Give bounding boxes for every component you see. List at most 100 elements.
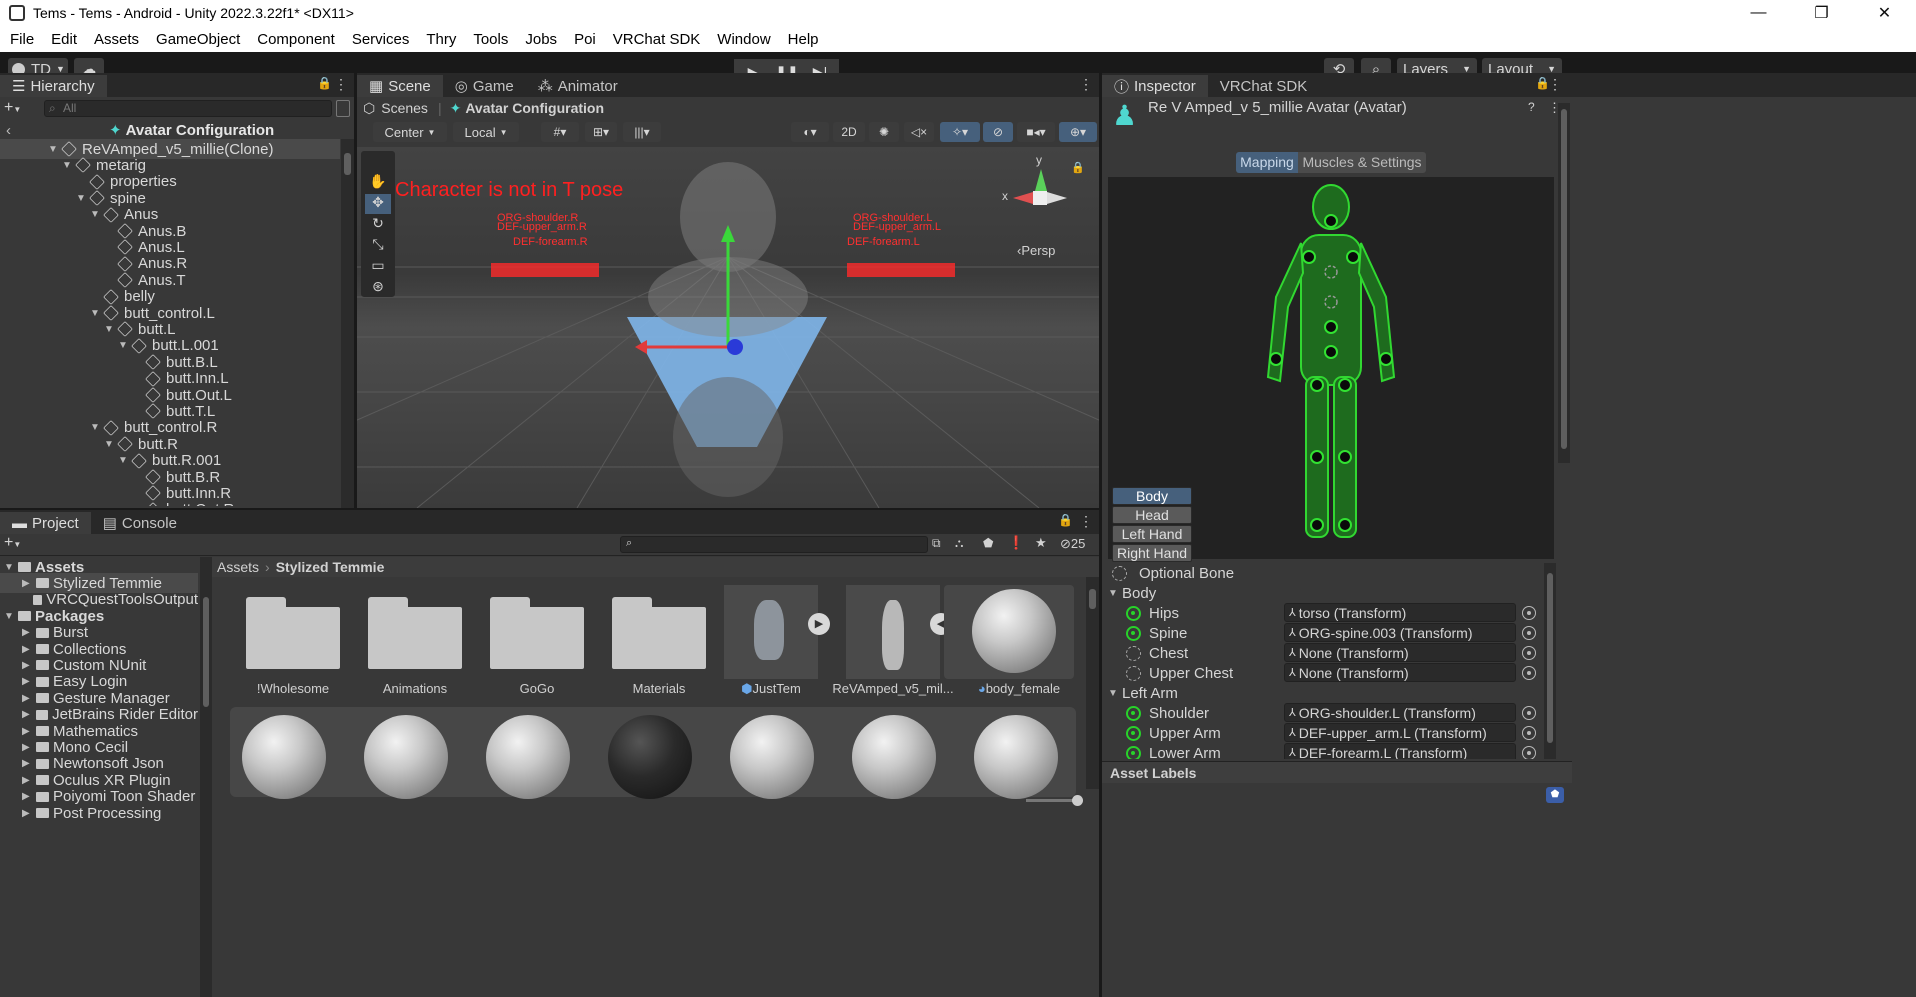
- breadcrumb-avatar-configuration[interactable]: Avatar Configuration: [465, 100, 604, 116]
- folder-wholesome-icon[interactable]: [246, 597, 340, 675]
- object-picker-icon[interactable]: [1522, 606, 1536, 620]
- gizmos-dropdown[interactable]: ⊕▾: [1059, 122, 1097, 142]
- shoulder-field[interactable]: ⅄ ORG-shoulder.L (Transform): [1284, 703, 1516, 722]
- section-body[interactable]: ▼ Body: [1108, 583, 1156, 603]
- material-sphere[interactable]: [242, 715, 326, 799]
- upper-chest-field[interactable]: ⅄ None (Transform): [1284, 663, 1516, 682]
- hierarchy-row[interactable]: ▼ ReVAmped_v5_millie(Clone): [0, 139, 340, 159]
- hierarchy-search-input[interactable]: ⌕ All: [44, 100, 332, 117]
- filter-icon[interactable]: [336, 100, 350, 117]
- menu-component[interactable]: Component: [257, 31, 335, 48]
- expand-arrow-icon[interactable]: ▶: [22, 709, 34, 720]
- material-sphere[interactable]: [852, 715, 936, 799]
- rect-tool-icon[interactable]: ▭: [365, 257, 391, 277]
- 2d-toggle[interactable]: 2D: [833, 122, 865, 142]
- folder-animations-icon[interactable]: [368, 597, 462, 675]
- object-picker-icon[interactable]: [1522, 746, 1536, 759]
- star-icon[interactable]: ★: [1035, 535, 1047, 551]
- expand-arrow-icon[interactable]: ▼: [104, 324, 116, 335]
- folder-gogo-icon[interactable]: [490, 597, 584, 675]
- menu-file[interactable]: File: [10, 31, 34, 48]
- expand-arrow-icon[interactable]: ▶: [22, 808, 34, 819]
- expand-arrow-icon[interactable]: ▶: [22, 660, 34, 671]
- expand-arrow-icon[interactable]: ▼: [4, 611, 16, 622]
- breadcrumb-assets[interactable]: Assets: [217, 559, 259, 575]
- help-icon[interactable]: ?: [1528, 100, 1535, 114]
- tab-hierarchy[interactable]: ☰ Hierarchy: [0, 75, 107, 97]
- back-arrow-icon[interactable]: ‹: [6, 122, 11, 139]
- move-tool-icon[interactable]: ✥: [365, 194, 391, 214]
- menu-assets[interactable]: Assets: [94, 31, 139, 48]
- hidden-packages-toggle[interactable]: ⊘25: [1060, 536, 1085, 552]
- expand-arrow-icon[interactable]: ▼: [90, 209, 102, 220]
- camera-dropdown[interactable]: ■◂▾: [1017, 122, 1055, 142]
- more-options-icon[interactable]: ⋮: [334, 76, 348, 93]
- tab-game[interactable]: ◎ Game: [443, 75, 526, 97]
- tab-mapping[interactable]: Mapping: [1236, 152, 1298, 173]
- object-picker-icon[interactable]: [1522, 646, 1536, 660]
- expand-arrow-icon[interactable]: ▼: [48, 144, 60, 155]
- grid-toggle-button[interactable]: ⊞▾: [585, 122, 617, 142]
- object-picker-icon[interactable]: [1522, 726, 1536, 740]
- menu-window[interactable]: Window: [717, 31, 770, 48]
- warning-icon[interactable]: ❗: [1008, 535, 1024, 551]
- menu-tools[interactable]: Tools: [473, 31, 508, 48]
- object-picker-icon[interactable]: [1522, 626, 1536, 640]
- menu-vrchat-sdk[interactable]: VRChat SDK: [613, 31, 701, 48]
- breadcrumb-scenes[interactable]: Scenes: [381, 100, 428, 116]
- expand-arrow-icon[interactable]: ▼: [90, 308, 102, 319]
- label-icon[interactable]: ⬟: [983, 536, 993, 550]
- hierarchy-row[interactable]: butt.Out.R: [132, 500, 234, 506]
- material-sphere[interactable]: [974, 715, 1058, 799]
- project-tree-item[interactable]: ▶ Post Processing: [0, 803, 198, 823]
- zoom-slider-handle[interactable]: [1072, 795, 1083, 806]
- project-tree-scrollbar[interactable]: [200, 557, 212, 997]
- expand-arrow-icon[interactable]: ▼: [118, 455, 130, 466]
- more-options-icon[interactable]: ⋮: [1079, 513, 1093, 530]
- perspective-label[interactable]: ‹Persp: [1017, 243, 1055, 258]
- breadcrumb-stylized-temmie[interactable]: Stylized Temmie: [276, 559, 385, 575]
- hips-field[interactable]: ⅄ torso (Transform): [1284, 603, 1516, 622]
- expand-arrow-icon[interactable]: ▶: [22, 726, 34, 737]
- expand-arrow-icon[interactable]: ▼: [104, 439, 116, 450]
- tag-icon[interactable]: ⬟: [1546, 787, 1564, 803]
- tab-inspector[interactable]: ⓘ Inspector: [1102, 75, 1208, 97]
- hierarchy-scrollbar[interactable]: [341, 139, 354, 508]
- expand-arrow-icon[interactable]: ▼: [90, 422, 102, 433]
- more-options-icon[interactable]: ⋮: [1548, 76, 1562, 93]
- material-sphere[interactable]: [364, 715, 448, 799]
- asset-labels-header[interactable]: Asset Labels: [1102, 761, 1572, 783]
- lock-icon[interactable]: 🔒: [1071, 161, 1085, 174]
- expand-arrow-icon[interactable]: ▼: [76, 193, 88, 204]
- tab-scene[interactable]: ▦ Scene: [357, 75, 443, 97]
- upper-arm-field[interactable]: ⅄ DEF-upper_arm.L (Transform): [1284, 723, 1516, 742]
- menu-jobs[interactable]: Jobs: [525, 31, 557, 48]
- body-button[interactable]: Body: [1112, 487, 1192, 505]
- expand-arrow-icon[interactable]: ▼: [4, 562, 16, 573]
- more-options-icon[interactable]: ⋮: [1079, 76, 1093, 93]
- expand-arrow-icon[interactable]: ▶: [22, 693, 34, 704]
- material-sphere[interactable]: [730, 715, 814, 799]
- expand-arrow-icon[interactable]: ▶: [22, 742, 34, 753]
- lighting-toggle[interactable]: ✺: [869, 122, 899, 142]
- tab-project[interactable]: ▬ Project: [0, 512, 91, 534]
- scale-tool-icon[interactable]: ⤡: [365, 236, 391, 256]
- expand-arrow-icon[interactable]: ▶: [22, 578, 34, 589]
- menu-edit[interactable]: Edit: [51, 31, 77, 48]
- tab-vrchat-sdk[interactable]: VRChat SDK: [1208, 75, 1320, 97]
- inspector-scrollbar[interactable]: [1544, 563, 1556, 759]
- tab-muscles-settings[interactable]: Muscles & Settings: [1298, 152, 1426, 173]
- lock-icon[interactable]: 🔒: [317, 76, 332, 90]
- object-picker-icon[interactable]: [1522, 666, 1536, 680]
- folder-materials-icon[interactable]: [612, 597, 706, 675]
- lock-icon[interactable]: 🔒: [1058, 513, 1073, 527]
- expand-arrow-icon[interactable]: ▼: [62, 160, 74, 171]
- material-body-female-thumbnail[interactable]: [944, 585, 1074, 679]
- create-button[interactable]: +▼: [4, 534, 21, 552]
- right-hand-button[interactable]: Right Hand: [1112, 544, 1192, 562]
- expand-arrow-icon[interactable]: ▶: [22, 791, 34, 802]
- asset-grid-scrollbar[interactable]: [1086, 577, 1099, 789]
- section-left-arm[interactable]: ▼ Left Arm: [1108, 683, 1178, 703]
- prefab-justtem-thumbnail[interactable]: [724, 585, 818, 679]
- effects-toggle[interactable]: ✧▾: [940, 122, 980, 142]
